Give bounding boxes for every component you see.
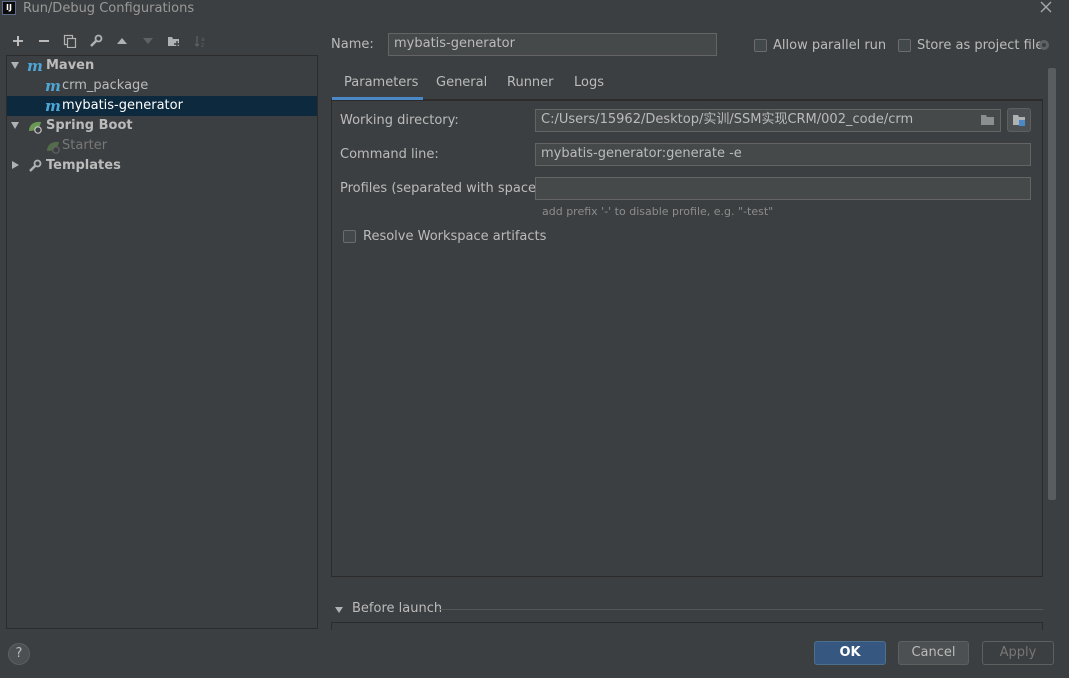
close-icon[interactable]	[1038, 0, 1054, 16]
tree-label-spring-boot: Spring Boot	[46, 118, 133, 133]
tree-item-starter[interactable]: Starter	[7, 136, 317, 156]
copy-icon[interactable]	[63, 34, 77, 49]
cancel-button[interactable]: Cancel	[898, 641, 969, 665]
tab-runner[interactable]: Runner	[507, 75, 554, 99]
allow-parallel-run-label[interactable]: Allow parallel run	[773, 38, 886, 53]
before-launch-label[interactable]: Before launch	[352, 601, 442, 616]
wrench-icon	[28, 159, 42, 180]
tree-item-label: crm_package	[62, 78, 149, 93]
app-logo-icon: IJ	[2, 1, 16, 15]
tab-general[interactable]: General	[436, 75, 487, 99]
parameters-panel	[331, 100, 1043, 577]
tab-logs[interactable]: Logs	[574, 75, 604, 99]
tree-item-label: mybatis-generator	[62, 98, 183, 113]
tree-node-spring-boot[interactable]: Spring Boot	[7, 116, 317, 136]
ok-button[interactable]: OK	[814, 641, 886, 665]
tree-item-crm-package[interactable]: m crm_package	[7, 76, 317, 96]
maven-icon: m	[45, 97, 61, 115]
name-label: Name:	[331, 37, 374, 52]
allow-parallel-run-checkbox[interactable]	[754, 39, 767, 52]
apply-button[interactable]: Apply	[982, 641, 1054, 665]
window-title: Run/Debug Configurations	[23, 1, 195, 16]
configurations-tree[interactable]: m Maven m crm_package m mybatis-generato…	[6, 55, 318, 629]
wrench-icon[interactable]	[89, 34, 103, 48]
help-button[interactable]: ?	[8, 643, 30, 665]
svg-text:z: z	[201, 42, 204, 48]
working-directory-input[interactable]: C:/Users/15962/Desktop/实训/SSM实现CRM/002_c…	[535, 109, 1001, 132]
name-input[interactable]: mybatis-generator	[388, 33, 717, 56]
section-divider	[440, 609, 1043, 610]
profiles-hint: add prefix '-' to disable profile, e.g. …	[542, 205, 774, 218]
store-as-project-file-label[interactable]: Store as project file	[917, 38, 1043, 53]
add-icon[interactable]	[11, 34, 25, 48]
command-line-label: Command line:	[340, 147, 439, 162]
resolve-workspace-checkbox[interactable]	[343, 230, 356, 243]
macros-button[interactable]	[1007, 108, 1031, 132]
profiles-input[interactable]	[535, 177, 1031, 200]
resolve-workspace-label[interactable]: Resolve Workspace artifacts	[363, 229, 546, 244]
new-folder-icon[interactable]	[167, 34, 181, 48]
store-as-project-file-checkbox[interactable]	[898, 39, 911, 52]
tree-item-label: Starter	[62, 138, 108, 153]
working-directory-label: Working directory:	[340, 113, 459, 128]
gear-icon[interactable]	[1037, 38, 1051, 56]
tab-parameters[interactable]: Parameters	[344, 75, 418, 99]
expanded-arrow-icon[interactable]	[11, 122, 19, 129]
maven-icon: m	[27, 57, 43, 75]
move-down-icon[interactable]	[141, 34, 155, 48]
collapse-arrow-icon[interactable]	[334, 604, 344, 619]
tree-node-templates[interactable]: Templates	[7, 156, 317, 176]
collapsed-arrow-icon[interactable]	[12, 161, 19, 169]
maven-icon: m	[45, 77, 61, 95]
move-up-icon[interactable]	[115, 34, 129, 48]
tree-node-maven[interactable]: m Maven	[7, 56, 317, 76]
vertical-scrollbar[interactable]	[1048, 68, 1056, 500]
profiles-label: Profiles (separated with space):	[340, 181, 546, 196]
folder-browse-icon[interactable]	[980, 113, 996, 131]
tree-label-maven: Maven	[46, 58, 95, 73]
sort-icon[interactable]: az	[193, 34, 207, 49]
tree-item-mybatis-generator[interactable]: m mybatis-generator	[7, 96, 317, 116]
before-launch-list	[331, 622, 1043, 630]
tree-label-templates: Templates	[46, 158, 121, 173]
remove-icon[interactable]	[37, 34, 51, 48]
expanded-arrow-icon[interactable]	[11, 62, 19, 69]
command-line-input[interactable]: mybatis-generator:generate -e	[535, 143, 1031, 166]
